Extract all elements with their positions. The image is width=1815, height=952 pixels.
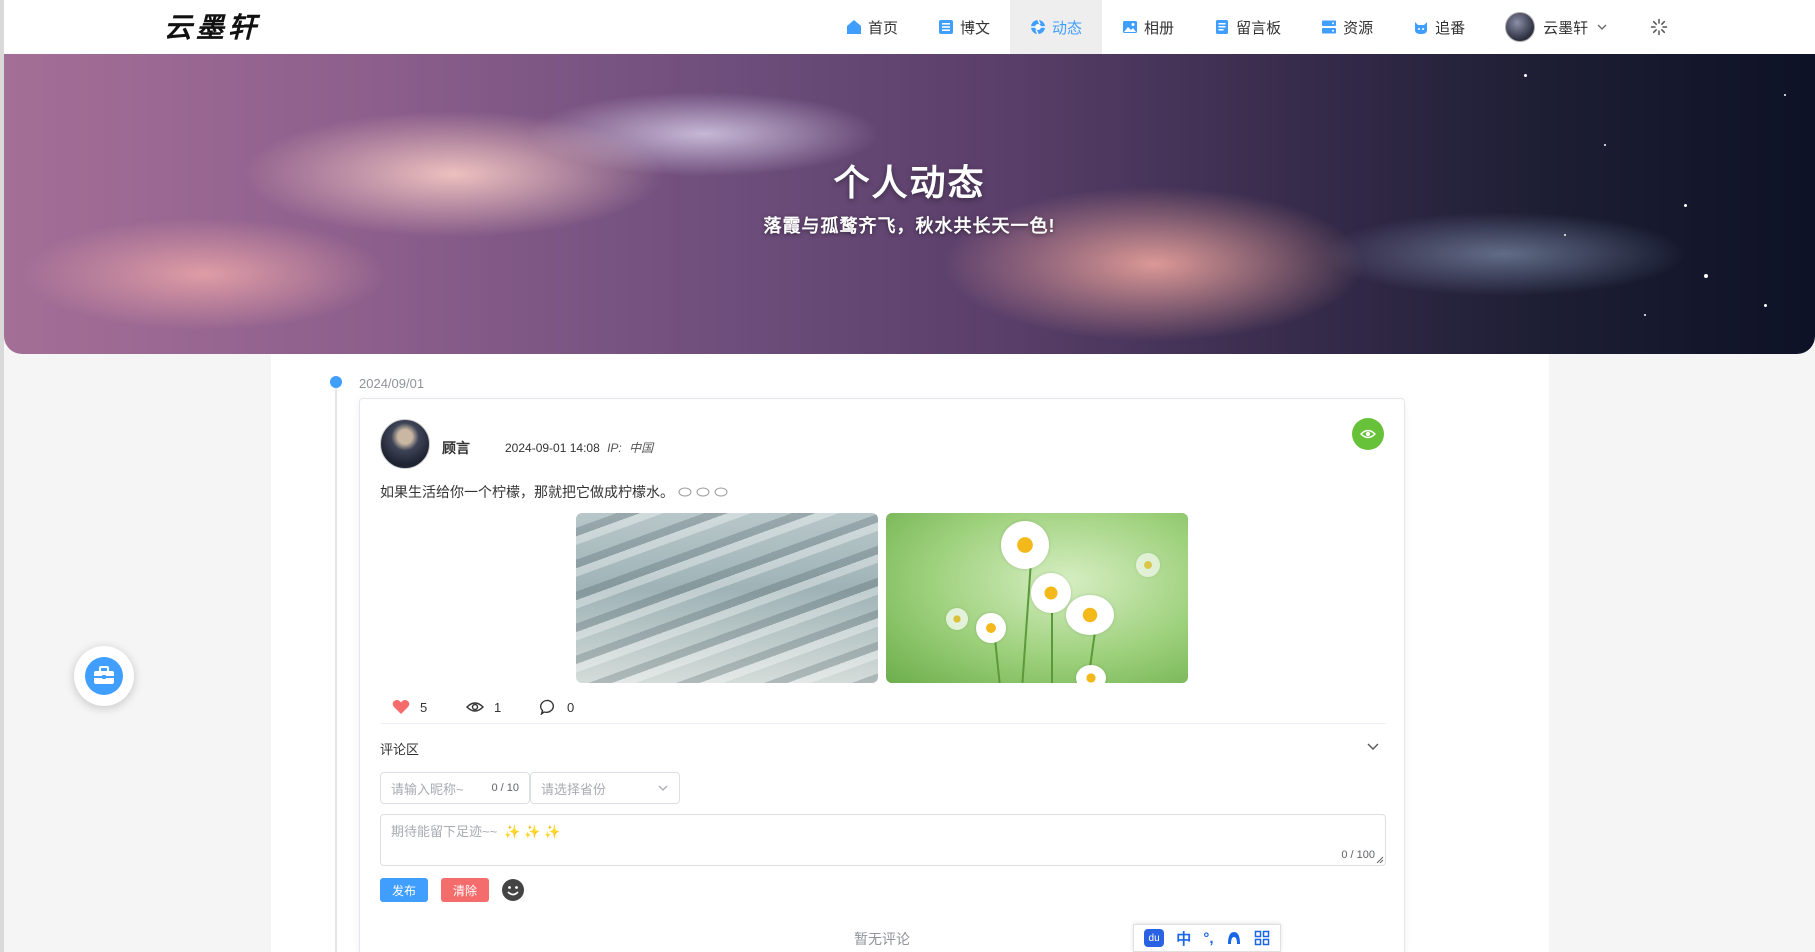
emoji-icon[interactable]: [501, 878, 525, 902]
post-text: 如果生活给你一个柠檬，那就把它做成柠檬水。: [380, 484, 674, 500]
banner-subtitle: 落霞与孤鹜齐飞，秋水共长天一色!: [763, 216, 1056, 236]
speech-bubble-icon: [714, 487, 728, 497]
post-content: 如果生活给你一个柠檬，那就把它做成柠檬水。: [380, 482, 728, 502]
divider: [380, 723, 1386, 724]
sparkles-icon: ✨ ✨ ✨: [500, 824, 561, 839]
home-icon: [847, 20, 861, 34]
cat-icon: [1415, 22, 1428, 34]
author-name: 顾言: [442, 440, 470, 456]
nickname-counter: 0 / 10: [491, 782, 519, 794]
timeline-line: [335, 380, 337, 952]
post-time: 2024-09-01 14:08: [505, 441, 600, 455]
site-logo[interactable]: 云墨轩: [164, 6, 260, 46]
skin-icon[interactable]: [1226, 930, 1242, 946]
server-icon: [1322, 20, 1337, 34]
main-nav: 首页 博文 动态 相册 留言板 资源 追番 云墨轩: [826, 0, 1686, 54]
nav-label: 首页: [868, 19, 899, 37]
nav-item-resources[interactable]: 资源: [1301, 0, 1393, 54]
ime-toolbar[interactable]: du 中 °,: [1133, 924, 1281, 952]
province-select[interactable]: 请选择省份: [530, 772, 680, 804]
post-ip-label: IP:: [607, 441, 622, 455]
timeline-date: 2024/09/01: [359, 376, 425, 391]
nav-item-guestbook[interactable]: 留言板: [1194, 0, 1301, 54]
clear-button[interactable]: 清除: [441, 878, 489, 902]
chevron-down-icon[interactable]: [1366, 739, 1380, 753]
nav-label: 留言板: [1236, 19, 1282, 37]
timeline-dot: [330, 376, 342, 388]
post-image-daisies[interactable]: [886, 513, 1188, 683]
view-count: 1: [494, 699, 502, 715]
post-image-sand-dunes[interactable]: [576, 513, 878, 683]
heart-icon: [392, 700, 410, 714]
message-board-icon: [1216, 20, 1229, 34]
chevron-down-icon: [1597, 24, 1607, 30]
nav-label: 博文: [960, 19, 991, 37]
comment-counter: 0 / 100: [1341, 849, 1375, 861]
like-count: 5: [420, 699, 428, 715]
comment-count: 0: [567, 699, 575, 715]
nav-item-moments[interactable]: 动态: [1010, 0, 1103, 54]
author-avatar[interactable]: [380, 419, 430, 469]
punctuation-icon[interactable]: °,: [1203, 930, 1213, 947]
comment-textarea[interactable]: 期待能留下足迹~~ ✨ ✨ ✨ 0 / 100: [380, 814, 1386, 866]
eye-icon: [466, 702, 484, 712]
list-icon: [939, 20, 954, 34]
comment-icon: [540, 699, 554, 715]
chevron-down-icon: [658, 785, 668, 791]
comment-stat[interactable]: 0: [540, 699, 614, 715]
toolbox-button[interactable]: [74, 646, 134, 706]
user-name: 云墨轩: [1543, 19, 1589, 37]
aperture-icon: [1031, 19, 1046, 35]
post-meta: 2024-09-01 14:08 IP: 中国: [505, 439, 653, 456]
toolbox-icon: [85, 657, 123, 695]
user-avatar: [1505, 12, 1536, 42]
view-stat: 1: [466, 699, 540, 715]
like-stat[interactable]: 5: [392, 699, 466, 715]
image-icon: [1123, 21, 1138, 33]
banner-title: 个人动态: [833, 162, 986, 203]
publish-button[interactable]: 发布: [380, 878, 428, 902]
post-stats: 5 1 0: [392, 699, 614, 715]
resize-handle-icon[interactable]: [1376, 856, 1384, 864]
nav-item-home[interactable]: 首页: [826, 0, 918, 54]
province-placeholder: 请选择省份: [541, 781, 607, 797]
user-menu[interactable]: 云墨轩: [1485, 0, 1622, 54]
nav-item-album[interactable]: 相册: [1102, 0, 1194, 54]
nickname-placeholder: 请输入昵称~: [391, 781, 464, 797]
post-ip-value: 中国: [629, 441, 654, 455]
window-left-border: [0, 0, 4, 952]
speech-bubble-icon: [696, 487, 710, 497]
nav-label: 追番: [1435, 19, 1466, 37]
nav-label: 相册: [1144, 19, 1175, 37]
top-header: 云墨轩 首页 博文 动态 相册 留言板 资源 追番 云墨轩: [4, 0, 1815, 54]
eye-icon: [1360, 429, 1376, 439]
moments-content: 2024/09/01 顾言 2024-09-01 14:08 IP: 中国 如果…: [271, 354, 1549, 952]
nav-label: 资源: [1343, 19, 1374, 37]
loading-spinner-icon[interactable]: [1632, 0, 1686, 54]
speech-bubble-icon: [678, 487, 692, 497]
ime-mode[interactable]: 中: [1176, 928, 1191, 949]
nav-item-anime[interactable]: 追番: [1393, 0, 1485, 54]
nickname-input[interactable]: 请输入昵称~ 0 / 10: [380, 772, 530, 804]
comment-section-title: 评论区: [380, 742, 420, 757]
hero-banner: 个人动态 落霞与孤鹜齐飞，秋水共长天一色!: [4, 54, 1815, 354]
nav-item-blog[interactable]: 博文: [918, 0, 1010, 54]
ime-logo-icon[interactable]: du: [1144, 929, 1165, 947]
visibility-badge[interactable]: [1352, 418, 1384, 450]
grid-menu-icon[interactable]: [1254, 930, 1270, 946]
moment-card: 顾言 2024-09-01 14:08 IP: 中国 如果生活给你一个柠檬，那就…: [359, 398, 1405, 952]
nav-label: 动态: [1052, 19, 1083, 37]
comment-placeholder: 期待能留下足迹~~: [391, 824, 498, 839]
